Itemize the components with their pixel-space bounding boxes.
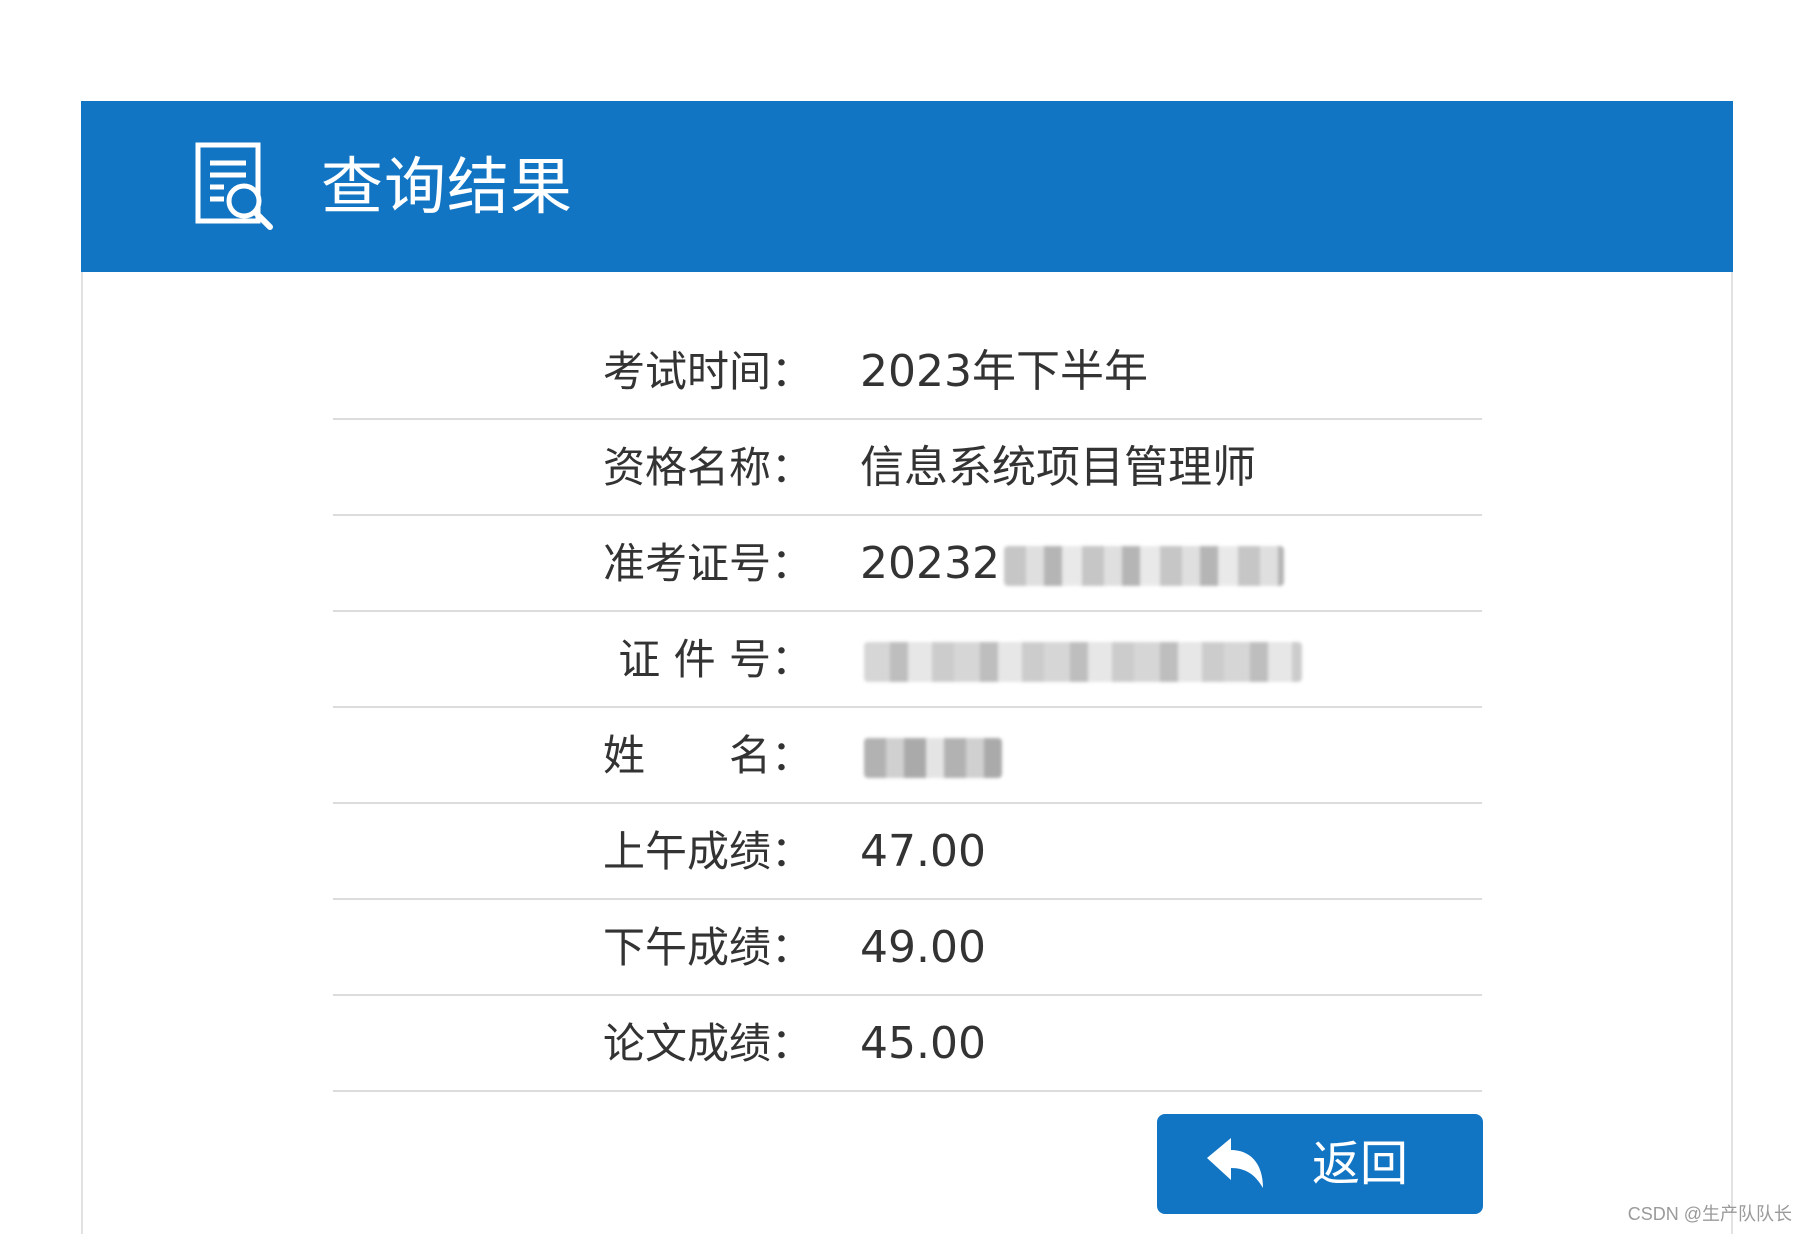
- back-button[interactable]: 返回: [1157, 1114, 1483, 1214]
- row-value-wrap: [860, 634, 1302, 686]
- watermark: CSDN @生产队队长: [1627, 1204, 1792, 1224]
- redacted-block: [864, 642, 1302, 682]
- result-header: 查询结果: [81, 101, 1733, 272]
- row-qualification: 资格名称： 信息系统项目管理师: [333, 420, 1482, 516]
- row-exam-time: 考试时间： 2023年下半年: [333, 324, 1482, 420]
- back-button-label: 返回: [1312, 1136, 1409, 1192]
- row-value: 47.00: [860, 826, 986, 877]
- row-label: 上午成绩：: [602, 827, 813, 876]
- admission-number-visible: 20232: [860, 538, 1000, 589]
- row-admission-number: 准考证号： 20232: [333, 516, 1482, 612]
- reply-arrow-icon: [1207, 1138, 1263, 1188]
- row-label: 资格名称：: [602, 443, 813, 492]
- row-name: 姓 名：: [333, 708, 1482, 804]
- row-label: 考试时间：: [602, 347, 813, 396]
- row-essay-score: 论文成绩： 45.00: [333, 996, 1482, 1092]
- row-label: 证 件 号：: [618, 635, 813, 684]
- search-document-icon: [195, 142, 273, 230]
- row-value: 49.00: [860, 922, 986, 973]
- row-label: 论文成绩：: [602, 1019, 813, 1068]
- redacted-block: [864, 738, 1002, 778]
- row-morning-score: 上午成绩： 47.00: [333, 804, 1482, 900]
- row-label: 下午成绩：: [602, 923, 813, 972]
- row-value: 45.00: [860, 1018, 986, 1069]
- row-value: 信息系统项目管理师: [860, 442, 1256, 493]
- row-label: 准考证号：: [602, 539, 813, 588]
- row-value: 2023年下半年: [860, 346, 1148, 397]
- row-label: 姓 名：: [602, 731, 813, 780]
- row-afternoon-score: 下午成绩： 49.00: [333, 900, 1482, 996]
- redacted-block: [1003, 546, 1284, 586]
- row-value-wrap: [860, 730, 1002, 782]
- row-id-number: 证 件 号：: [333, 612, 1482, 708]
- page-title: 查询结果: [321, 150, 574, 223]
- row-value-wrap: 20232: [860, 538, 1284, 590]
